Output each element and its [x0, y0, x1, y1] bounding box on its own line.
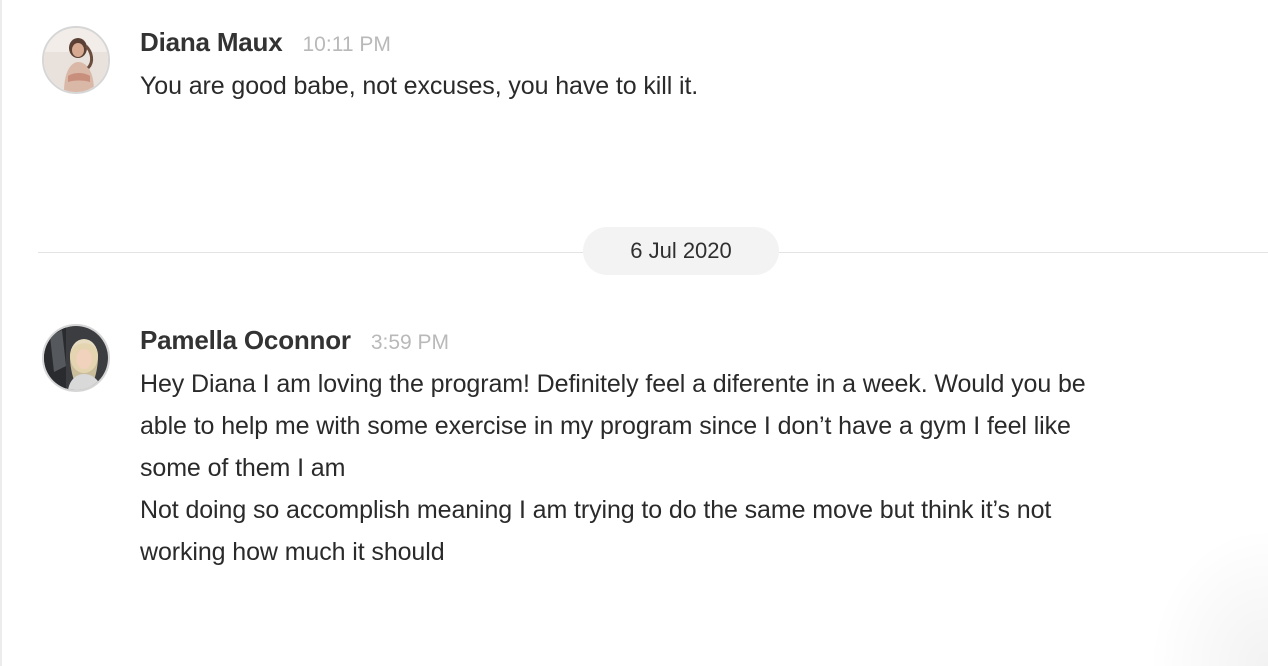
- message-header: Pamella Oconnor 3:59 PM: [140, 325, 1228, 363]
- message-line: some of them I am: [140, 454, 346, 482]
- user-photo-icon: [44, 28, 108, 92]
- message-item: Diana Maux 10:11 PM You are good babe, n…: [42, 26, 1228, 107]
- message-text: You are good babe, not excuses, you have…: [140, 65, 1228, 107]
- message-text: Hey Diana I am loving the program! Defin…: [140, 363, 1228, 573]
- message-item: Pamella Oconnor 3:59 PM Hey Diana I am l…: [42, 324, 1228, 573]
- user-photo-icon: [44, 326, 108, 390]
- message-body: Diana Maux 10:11 PM You are good babe, n…: [140, 26, 1228, 107]
- avatar[interactable]: [42, 26, 110, 94]
- message-line: Not doing so accomplish meaning I am try…: [140, 496, 1052, 524]
- avatar[interactable]: [42, 324, 110, 392]
- chat-thread: Diana Maux 10:11 PM You are good babe, n…: [0, 0, 1268, 666]
- sender-name[interactable]: Diana Maux: [140, 27, 283, 58]
- message-line: Hey Diana I am loving the program! Defin…: [140, 370, 1086, 398]
- message-line: able to help me with some exercise in my…: [140, 412, 1071, 440]
- message-time: 3:59 PM: [370, 331, 450, 354]
- message-line: You are good babe, not excuses, you have…: [140, 72, 699, 100]
- sender-name[interactable]: Pamella Oconnor: [140, 325, 351, 356]
- message-header: Diana Maux 10:11 PM: [140, 27, 1228, 65]
- message-time: 10:11 PM: [302, 33, 391, 56]
- message-body: Pamella Oconnor 3:59 PM Hey Diana I am l…: [140, 324, 1228, 573]
- date-pill: 6 Jul 2020: [583, 227, 779, 275]
- date-divider: 6 Jul 2020: [38, 227, 1268, 275]
- message-line: working how much it should: [140, 538, 445, 566]
